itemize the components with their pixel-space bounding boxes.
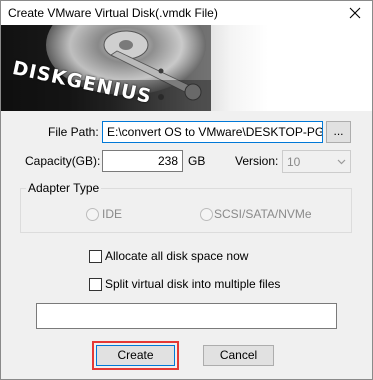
allocate-all-checkbox[interactable] [89, 250, 102, 263]
create-button[interactable]: Create [96, 345, 175, 366]
window-title: Create VMware Virtual Disk(.vmdk File) [8, 6, 218, 20]
file-path-value: E:\convert OS to VMware\DESKTOP-PG2 [107, 125, 323, 139]
create-button-label: Create [117, 348, 154, 362]
capacity-unit: GB [188, 154, 206, 168]
radio-ide-label: IDE [102, 207, 123, 221]
cancel-button[interactable]: Cancel [203, 345, 274, 366]
close-icon [349, 7, 361, 19]
version-value: 10 [287, 155, 301, 169]
browse-button-label: ... [333, 124, 344, 138]
capacity-label: Capacity(GB): [25, 154, 101, 168]
adapter-type-title: Adapter Type [26, 181, 102, 195]
version-label: Version: [235, 154, 279, 168]
radio-scsi-sata-nvme-label: SCSI/SATA/NVMe [214, 207, 312, 221]
radio-scsi-sata-nvme[interactable] [200, 208, 213, 221]
status-field [36, 303, 337, 329]
split-files-label: Split virtual disk into multiple files [105, 277, 281, 291]
capacity-value: 238 [157, 154, 178, 168]
file-path-input[interactable]: E:\convert OS to VMware\DESKTOP-PG2 [102, 121, 323, 143]
radio-ide[interactable] [86, 208, 99, 221]
browse-button[interactable]: ... [326, 121, 351, 143]
title-bar: Create VMware Virtual Disk(.vmdk File) [1, 1, 372, 25]
allocate-all-label: Allocate all disk space now [105, 249, 249, 263]
chevron-down-icon [337, 159, 346, 165]
dialog-window: Create VMware Virtual Disk(.vmdk File) D… [0, 0, 373, 380]
split-files-checkbox[interactable] [89, 278, 102, 291]
file-path-label: File Path: [48, 125, 99, 139]
cancel-button-label: Cancel [219, 348, 258, 362]
version-select[interactable]: 10 [282, 150, 351, 173]
capacity-input[interactable]: 238 [102, 150, 183, 172]
brand-banner: DISKGENIUS [1, 25, 372, 111]
close-button[interactable] [338, 1, 372, 25]
